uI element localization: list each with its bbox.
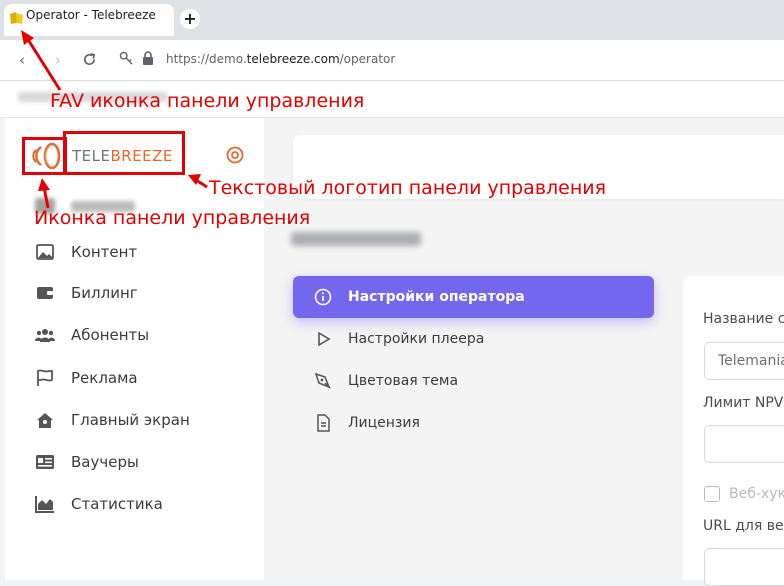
annotation-icon: Иконка панели управления <box>34 207 311 229</box>
annotation-arrows <box>21 30 208 209</box>
annotation-fav: FAV иконка панели управления <box>50 90 365 112</box>
annotation-text-logo: Текстовый логотип панели управления <box>209 177 607 199</box>
